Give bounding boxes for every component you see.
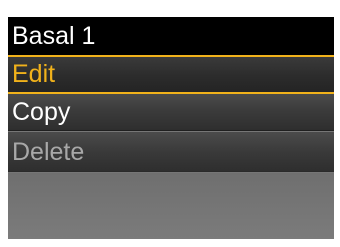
empty-menu-area [8,173,334,239]
menu-item-copy[interactable]: Copy [8,94,334,131]
device-screen: Basal 1 Edit Copy Delete [8,17,334,239]
menu-item-delete[interactable]: Delete [8,132,334,172]
menu-item-edit[interactable]: Edit [8,55,334,94]
screen-title: Basal 1 [8,17,334,55]
